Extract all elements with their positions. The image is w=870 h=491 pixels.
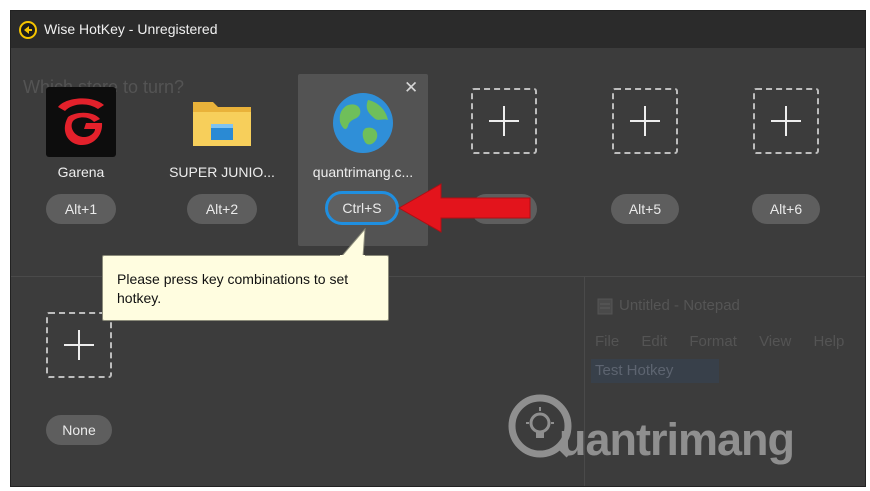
hotkey-pill[interactable]: Alt+2 (187, 194, 257, 224)
folder-icon (193, 102, 251, 146)
notepad-menu-edit: Edit (641, 333, 668, 350)
notepad-title: Untitled - Notepad (619, 297, 740, 314)
wise-hotkey-logo-icon (19, 21, 37, 39)
add-icon[interactable] (471, 88, 537, 154)
close-icon[interactable]: ✕ (404, 78, 418, 98)
hotkey-tooltip: Please press key combinations to set hot… (102, 228, 389, 321)
tooltip-text: Please press key combinations to set hot… (117, 271, 349, 306)
red-arrow-annotation (397, 183, 531, 233)
hotkey-pill-active[interactable]: Ctrl+S (325, 191, 399, 225)
add-icon[interactable] (46, 312, 112, 378)
hotkey-pill[interactable]: Alt+1 (46, 194, 116, 224)
window-title: Wise HotKey - Unregistered (44, 21, 218, 37)
slot-label: Garena (57, 164, 105, 180)
notepad-menu-format: Format (689, 333, 737, 350)
hotkey-pill[interactable]: Alt+6 (752, 194, 820, 224)
hotkey-slot-2[interactable]: SUPER JUNIO... Alt+2 (157, 74, 287, 246)
hotkey-pill-none[interactable]: None (46, 415, 112, 445)
notepad-menu: File Edit Format View Help (595, 333, 844, 350)
hotkey-slot-6[interactable]: Alt+6 (721, 74, 851, 246)
notepad-icon (597, 298, 613, 315)
notepad-menu-help: Help (813, 333, 845, 350)
watermark-text: uantrimang (559, 414, 795, 465)
add-icon[interactable] (753, 88, 819, 154)
garena-icon (46, 87, 116, 157)
tooltip-pointer (340, 228, 366, 258)
notepad-selected-text: Test Hotkey (591, 359, 719, 383)
globe-icon (333, 93, 393, 153)
slot-label: SUPER JUNIO... (169, 164, 275, 180)
title-bar: Wise HotKey - Unregistered (11, 11, 865, 48)
notepad-menu-view: View (759, 333, 792, 350)
hotkey-slot-5[interactable]: Alt+5 (580, 74, 710, 246)
notepad-menu-file: File (595, 333, 620, 350)
add-icon[interactable] (612, 88, 678, 154)
app-window: Wise HotKey - Unregistered Which store t… (10, 10, 866, 487)
hotkey-pill[interactable]: Alt+5 (611, 194, 679, 224)
hotkey-slot-1[interactable]: Garena Alt+1 (16, 74, 146, 246)
slot-label: quantrimang.c... (312, 164, 414, 180)
